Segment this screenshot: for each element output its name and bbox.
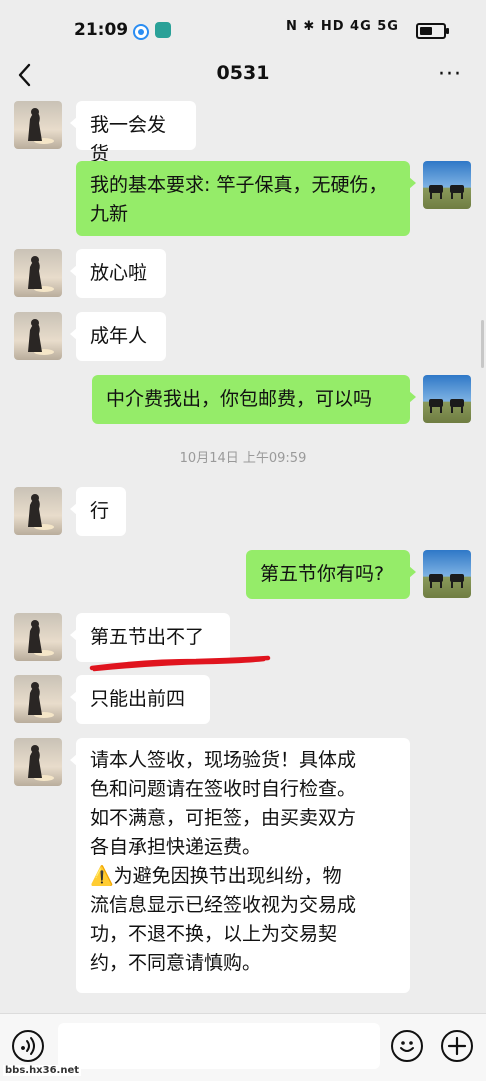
status-bar: 21:09 N ✱ HD 4G 5G [0, 0, 486, 56]
contact-avatar[interactable] [14, 487, 62, 535]
message-text: 请本人签收，现场验货！具体成 [90, 749, 357, 771]
status-time: 21:09 [74, 20, 129, 40]
message-bubble-incoming[interactable]: 成年人 [70, 312, 166, 361]
my-avatar[interactable] [423, 161, 471, 209]
red-underline-annotation [89, 655, 271, 672]
contact-avatar[interactable] [14, 613, 62, 661]
message-text: 第五节出不了 [90, 626, 205, 648]
message-text: 第五节你有吗? [260, 563, 385, 585]
message-text: 行 [90, 500, 110, 522]
contact-avatar-image [14, 613, 62, 661]
contact-avatar[interactable] [14, 312, 62, 360]
message-bubble-outgoing[interactable]: 第五节你有吗? [246, 550, 416, 599]
scroll-indicator[interactable] [481, 320, 484, 368]
contact-avatar-image [14, 312, 62, 360]
message-bubble-outgoing[interactable]: 我的基本要求: 竿子保真，无硬伤， 九新 [76, 161, 416, 236]
my-avatar-image [423, 550, 471, 598]
my-avatar-image [423, 375, 471, 423]
my-avatar[interactable] [423, 550, 471, 598]
my-avatar[interactable] [423, 375, 471, 423]
my-avatar-image [423, 161, 471, 209]
contact-avatar-image [14, 487, 62, 535]
contact-avatar[interactable] [14, 101, 62, 149]
contact-avatar[interactable] [14, 738, 62, 786]
message-bubble-incoming[interactable]: 行 [70, 487, 126, 536]
chat-header: 0531 ··· [0, 56, 486, 96]
message-text: 成年人 [90, 325, 148, 347]
message-input[interactable] [58, 1023, 380, 1069]
battery-icon [416, 23, 449, 39]
message-text: 只能出前四 [90, 688, 186, 710]
contact-avatar[interactable] [14, 249, 62, 297]
signal-indicators: N ✱ HD 4G 5G [286, 19, 399, 34]
message-bubble-outgoing[interactable]: 中介费我出，你包邮费，可以吗 [92, 375, 416, 424]
message-text: 我一会发货 [90, 114, 167, 165]
message-text: 色和问题请在签收时自行检查。 [90, 778, 357, 800]
voice-input-icon[interactable] [12, 1030, 44, 1062]
contact-avatar-image [14, 738, 62, 786]
watermark: bbs.hx36.net [3, 1065, 82, 1076]
app-notification-icon [155, 22, 171, 38]
contact-avatar[interactable] [14, 675, 62, 723]
message-bubble-incoming[interactable]: 只能出前四 [70, 675, 210, 724]
message-text: 流信息显示已经签收视为交易成 [90, 894, 357, 916]
plus-icon[interactable] [441, 1030, 473, 1062]
message-text: ⚠️为避免因换节出现纠纷，物 [90, 865, 342, 887]
app-notification-icon [133, 24, 149, 40]
contact-avatar-image [14, 101, 62, 149]
message-text: 九新 [90, 203, 129, 225]
message-text: 中介费我出，你包邮费，可以吗 [106, 388, 373, 410]
message-text: 功，不退不换，以上为交易契 [90, 923, 338, 945]
message-bubble-incoming[interactable]: 请本人签收，现场验货！具体成 色和问题请在签收时自行检查。 如不满意，可拒签，由… [70, 738, 410, 993]
message-timestamp: 10月14日 上午09:59 [179, 451, 307, 466]
message-text: 约，不同意请慎购。 [90, 952, 262, 974]
chat-title: 0531 [216, 62, 270, 84]
message-text: 放心啦 [90, 262, 148, 284]
more-dots-icon[interactable]: ··· [438, 62, 462, 87]
message-text: 如不满意，可拒签，由买卖双方 [90, 807, 357, 829]
message-bubble-incoming[interactable]: 我一会发货 [70, 101, 196, 165]
contact-avatar-image [14, 249, 62, 297]
message-bubble-incoming[interactable]: 放心啦 [70, 249, 166, 298]
emoji-icon[interactable] [391, 1030, 423, 1062]
message-text: 我的基本要求: 竿子保真，无硬伤， [90, 174, 388, 196]
message-text: 各自承担快递运费。 [90, 836, 262, 858]
contact-avatar-image [14, 675, 62, 723]
